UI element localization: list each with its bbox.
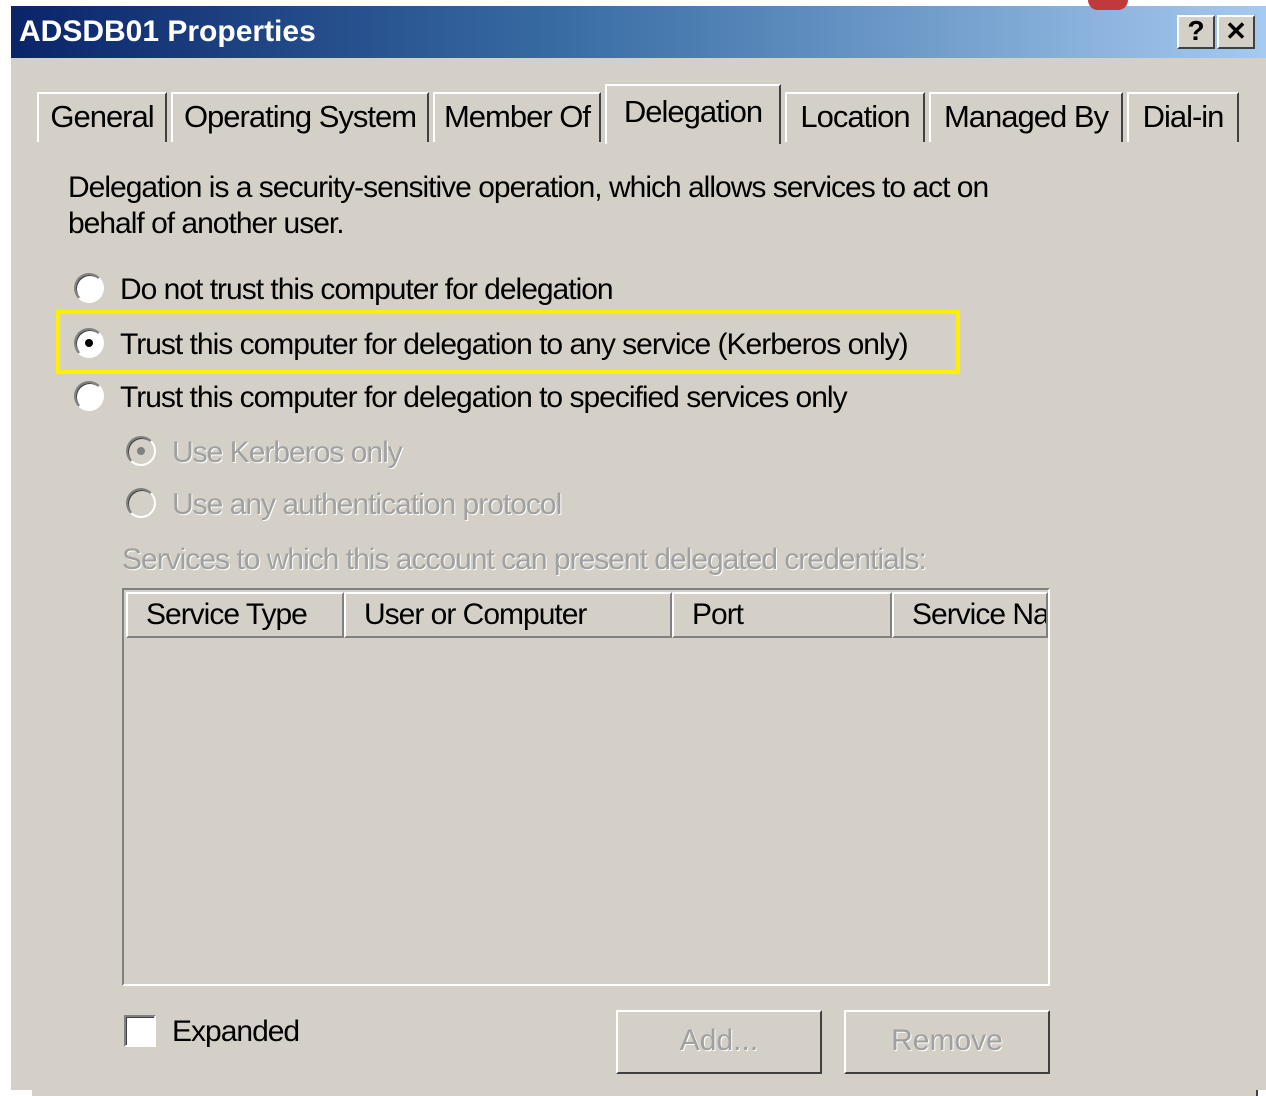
radio-trust-specified-services[interactable] (74, 381, 104, 411)
services-label: Services to which this account can prese… (122, 543, 927, 576)
tab-general[interactable]: General (37, 92, 167, 142)
column-header-port[interactable]: Port (672, 592, 892, 638)
radio-trust-any-service[interactable] (74, 328, 104, 358)
help-button[interactable]: ? (1177, 15, 1215, 49)
remove-button[interactable]: Remove (844, 1010, 1050, 1074)
label-use-kerberos-only[interactable]: Use Kerberos only (172, 435, 403, 471)
tab-member-of[interactable]: Member Of (433, 92, 601, 142)
radio-selected-dot (137, 447, 145, 455)
radio-selected-dot (85, 339, 93, 347)
tab-managed-by[interactable]: Managed By (929, 92, 1123, 142)
tab-operating-system[interactable]: Operating System (171, 92, 429, 142)
add-button[interactable]: Add... (616, 1010, 822, 1074)
tab-dial-in[interactable]: Dial-in (1127, 92, 1239, 142)
label-trust-specified-services[interactable]: Trust this computer for delegation to sp… (120, 380, 848, 416)
column-header-service-name[interactable]: Service Na (892, 592, 1048, 638)
red-marker (1088, 0, 1128, 10)
close-icon: ✕ (1225, 16, 1247, 46)
label-use-any-protocol[interactable]: Use any authentication protocol (172, 487, 562, 523)
tab-location[interactable]: Location (785, 92, 925, 142)
expanded-label[interactable]: Expanded (172, 1014, 300, 1050)
radio-use-any-protocol[interactable] (126, 488, 156, 518)
column-header-user-or-computer[interactable]: User or Computer (344, 592, 672, 638)
close-button[interactable]: ✕ (1217, 15, 1255, 49)
column-header-service-type[interactable]: Service Type (126, 592, 344, 638)
label-trust-any-service[interactable]: Trust this computer for delegation to an… (120, 327, 909, 363)
description-line-2: behalf of another user. (68, 207, 345, 240)
title-bar[interactable]: ADSDB01 Properties ? ✕ (11, 6, 1266, 58)
radio-use-kerberos-only[interactable] (126, 436, 156, 466)
tab-delegation[interactable]: Delegation (605, 84, 781, 144)
label-do-not-trust[interactable]: Do not trust this computer for delegatio… (120, 272, 614, 308)
expanded-checkbox[interactable] (124, 1015, 156, 1047)
services-list[interactable]: Service Type User or Computer Port Servi… (122, 588, 1050, 986)
description-line-1: Delegation is a security-sensitive opera… (68, 171, 989, 204)
radio-do-not-trust[interactable] (74, 273, 104, 303)
window-title: ADSDB01 Properties (19, 15, 316, 48)
